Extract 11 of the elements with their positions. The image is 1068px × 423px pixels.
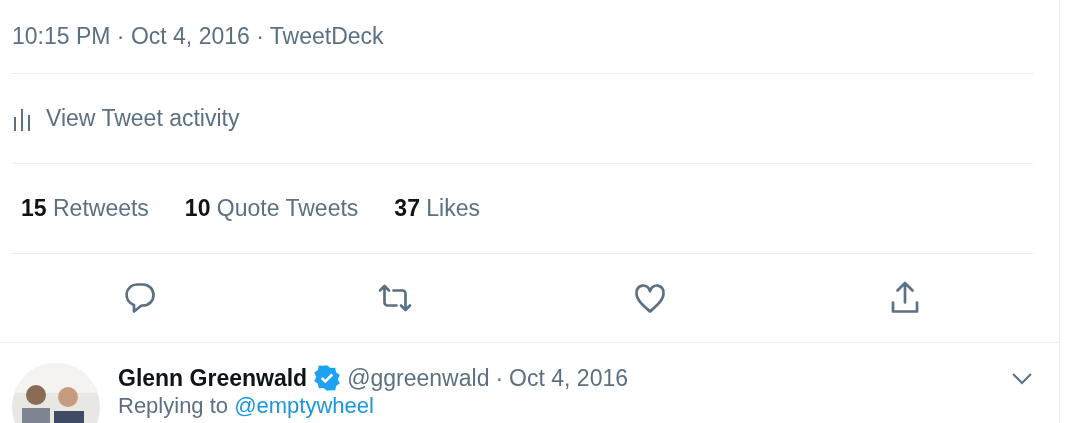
user-name[interactable]: Glenn Greenwald bbox=[118, 364, 308, 392]
tweet-timestamp: 10:15 PM · Oct 4, 2016 · TweetDeck bbox=[12, 23, 384, 50]
tweet-activity-link[interactable]: View Tweet activity bbox=[12, 104, 240, 133]
stat-link[interactable]: 10 Quote Tweets bbox=[184, 195, 359, 222]
replying-to-label: Replying to bbox=[118, 393, 229, 418]
stat-link[interactable]: 37 Likes bbox=[394, 195, 481, 222]
tweet-date[interactable]: Oct 4, 2016 bbox=[509, 364, 629, 392]
user-handle: @ggreenwald bbox=[347, 364, 490, 392]
stat-link[interactable]: 15 Retweets bbox=[21, 195, 149, 222]
separator: · bbox=[495, 364, 504, 392]
chevron-down-icon[interactable] bbox=[1011, 371, 1033, 385]
